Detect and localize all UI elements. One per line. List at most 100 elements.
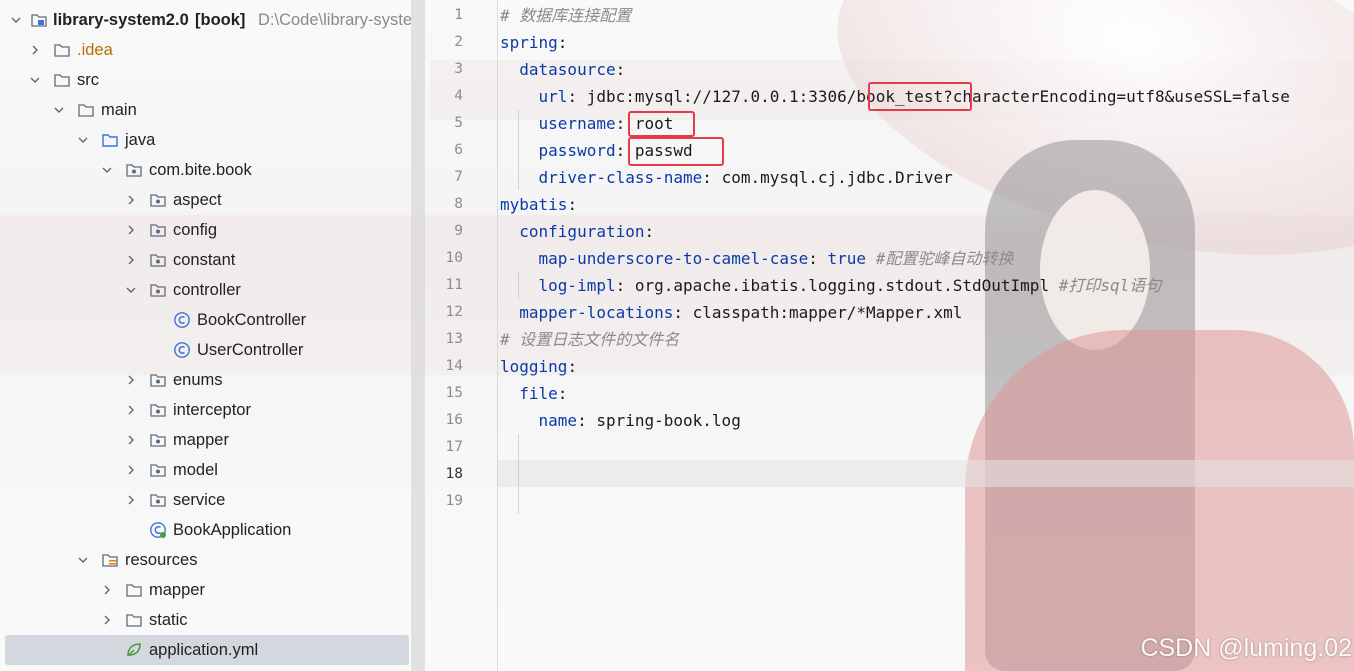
tree-item-label: com.bite.book [149,160,252,179]
chevron-right-icon[interactable] [100,583,114,597]
tree-item-label: application.yml [149,640,259,659]
tree-item-model[interactable]: model [0,455,411,485]
yaml-value: classpath:mapper/*Mapper.xml [692,303,963,322]
line-number: 8 [454,196,463,212]
package-icon [149,371,167,389]
tree-item-enums[interactable]: enums [0,365,411,395]
line-number: 7 [454,169,463,185]
tree-item-label: resources [125,550,198,569]
tree-item-idea[interactable]: .idea [0,35,411,65]
chevron-right-icon[interactable] [100,613,114,627]
yaml-value: com.mysql.cj.jdbc.Driver [721,168,953,187]
chevron-right-icon[interactable] [124,373,138,387]
folder-icon [77,101,95,119]
tree-root[interactable]: library-system2.0 [book] D:\Code\library… [0,5,411,35]
chevron-down-icon[interactable] [52,103,66,117]
tree-item-label: constant [173,250,236,269]
code-line-1: # 数据库连接配置 [500,2,631,29]
chevron-right-icon[interactable] [124,463,138,477]
yaml-key: url [538,87,568,106]
tree-item-mapper-package[interactable]: mapper [0,425,411,455]
tree-item-service[interactable]: service [0,485,411,515]
chevron-right-icon[interactable] [124,223,138,237]
tree-item-main[interactable]: main [0,95,411,125]
line-number: 19 [445,493,463,509]
line-number-current: 18 [445,466,463,482]
class-icon [173,311,191,329]
tree-scrollbar[interactable] [411,0,425,671]
chevron-down-icon[interactable] [76,133,90,147]
tree-item-config[interactable]: config [0,215,411,245]
tree-item-label: BookApplication [173,520,292,539]
tree-item-bookapplication[interactable]: BookApplication [0,515,411,545]
tree-item-label: model [173,460,218,479]
tree-item-label: main [101,100,137,119]
yaml-value: spring-book.log [596,411,741,430]
comment: #配置驼峰自动转换 [875,249,1014,268]
class-icon [173,341,191,359]
tree-item-usercontroller[interactable]: UserController [0,335,411,365]
tree-item-static[interactable]: static [0,605,411,635]
tree-item-label: enums [173,370,223,389]
annotation-box-database [868,82,972,111]
code-line-7: driver-class-name: com.mysql.cj.jdbc.Dri… [538,168,953,187]
tree-item-label: aspect [173,190,222,209]
yaml-key: file [519,384,558,403]
gutter-divider [497,0,498,671]
current-line-highlight [497,460,1354,487]
tree-item-java[interactable]: java [0,125,411,155]
tree-item-label: UserController [197,340,304,359]
tree-item-label: interceptor [173,400,251,419]
tree-item-bookcontroller[interactable]: BookController [0,305,411,335]
watermark: CSDN @luming.02 [1140,634,1352,662]
chevron-right-icon[interactable] [124,193,138,207]
package-icon [149,431,167,449]
chevron-down-icon[interactable] [28,73,42,87]
tree-item-label: .idea [77,40,113,59]
chevron-right-icon[interactable] [28,43,42,57]
chevron-down-icon[interactable] [76,553,90,567]
spring-boot-class-icon [149,521,167,539]
package-icon [149,281,167,299]
chevron-right-icon[interactable] [124,253,138,267]
tree-item-aspect[interactable]: aspect [0,185,411,215]
tree-item-package-root[interactable]: com.bite.book [0,155,411,185]
chevron-down-icon[interactable] [9,13,23,27]
tree-item-interceptor[interactable]: interceptor [0,395,411,425]
line-number: 2 [454,34,463,50]
code-line-8: mybatis: [500,195,578,214]
tree-item-label: BookController [197,310,307,329]
line-number: 4 [454,88,463,104]
tree-item-resources[interactable]: resources [0,545,411,575]
code-line-14: logging: [500,357,578,376]
chevron-right-icon[interactable] [124,493,138,507]
yaml-key: datasource [519,60,616,79]
line-number: 11 [445,277,463,293]
project-tree: library-system2.0 [book] D:\Code\library… [0,0,411,671]
yaml-key: mapper-locations [519,303,674,322]
tree-item-constant[interactable]: constant [0,245,411,275]
package-icon [149,251,167,269]
yaml-key: logging [500,357,568,376]
chevron-down-icon[interactable] [124,283,138,297]
yaml-key: password [538,141,616,160]
module-folder-icon [30,11,48,29]
tree-item-src[interactable]: src [0,65,411,95]
code-line-13: # 设置日志文件的文件名 [500,326,679,353]
yaml-key: spring [500,33,558,52]
code-editor[interactable]: 1 2 3 4 5 6 7 8 9 10 11 12 13 14 15 16 1… [425,0,1354,671]
line-number: 17 [445,439,463,455]
tree-item-application-yml[interactable]: application.yml [5,635,409,665]
line-number: 10 [445,250,463,266]
package-icon [149,221,167,239]
chevron-right-icon[interactable] [124,433,138,447]
line-number: 15 [445,385,463,401]
comment: #打印sql语句 [1058,276,1162,295]
yaml-value: jdbc:mysql://127.0.0.1:3306/ [586,87,857,106]
folder-icon [53,41,71,59]
chevron-down-icon[interactable] [100,163,114,177]
line-number: 5 [454,115,463,131]
tree-item-mapper-folder[interactable]: mapper [0,575,411,605]
chevron-right-icon[interactable] [124,403,138,417]
tree-item-controller[interactable]: controller [0,275,411,305]
